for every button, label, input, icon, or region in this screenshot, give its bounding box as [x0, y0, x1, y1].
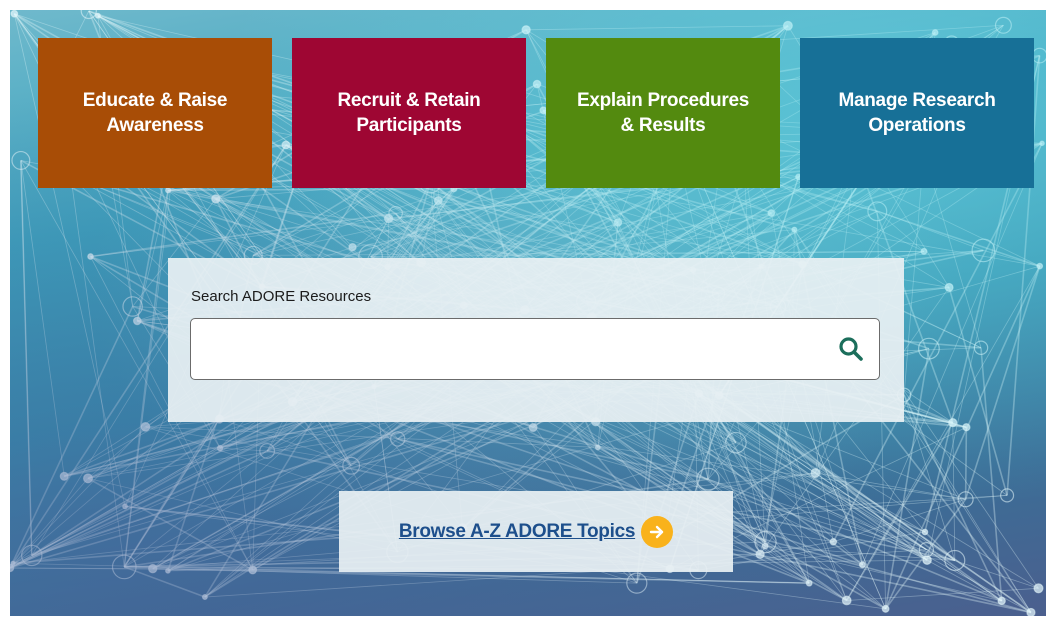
category-tiles: Educate & Raise Awareness Recruit & Reta…	[38, 38, 1038, 190]
tile-explain-procedures-results[interactable]: Explain Procedures & Results	[546, 38, 780, 188]
tile-title-line: Participants	[356, 115, 462, 136]
arrow-right-circle-icon	[641, 515, 674, 548]
browse-topics-label: Browse A-Z ADORE Topics	[398, 520, 636, 542]
tile-title-line: Explain Procedures	[576, 90, 749, 111]
tile-manage-research-operations[interactable]: Manage Research Operations	[800, 38, 1034, 188]
search-button[interactable]	[831, 329, 871, 369]
tile-title-line: & Results	[620, 115, 706, 136]
search-field[interactable]	[190, 318, 880, 380]
tile-recruit-retain-participants[interactable]: Recruit & Retain Participants	[292, 38, 526, 188]
page: Educate & Raise Awareness Recruit & Reta…	[0, 0, 1050, 620]
search-icon	[839, 337, 863, 361]
search-label: Search ADORE Resources	[191, 288, 372, 305]
browse-panel: Browse A-Z ADORE Topics	[339, 491, 733, 572]
tile-title-line: Awareness	[106, 115, 204, 136]
hero-section: Educate & Raise Awareness Recruit & Reta…	[10, 10, 1046, 616]
tile-educate-raise-awareness[interactable]: Educate & Raise Awareness	[38, 38, 272, 188]
tile-title-line: Manage Research	[838, 90, 996, 111]
browse-topics-link[interactable]: Browse A-Z ADORE Topics	[398, 515, 674, 548]
tile-title-line: Operations	[868, 115, 966, 136]
tile-title-line: Recruit & Retain	[337, 90, 481, 111]
search-panel: Search ADORE Resources	[168, 258, 904, 422]
tile-title-line: Educate & Raise	[82, 90, 228, 111]
search-input[interactable]	[203, 327, 807, 373]
